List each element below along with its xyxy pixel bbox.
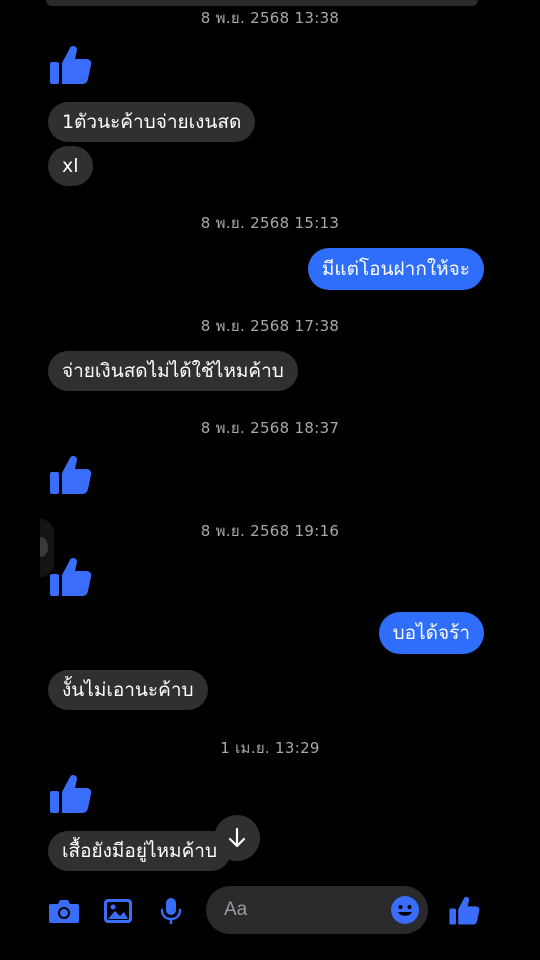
gallery-button[interactable] (101, 896, 135, 926)
message-input-placeholder: Aa (224, 899, 248, 920)
message-input[interactable]: Aa (206, 886, 428, 934)
timestamp: 1 เม.ย. 13:29 (220, 739, 320, 757)
timestamp: 8 พ.ย. 2568 18:37 (200, 419, 340, 437)
timestamp: 8 พ.ย. 2568 17:38 (200, 317, 340, 335)
incoming-message[interactable]: เสื้อยังมีอยู่ไหมค้าบ (48, 831, 232, 871)
outgoing-message[interactable]: มีแต่โอนฝากให้จะ (307, 248, 484, 290)
incoming-message[interactable]: 1ตัวนะค้าบจ่ายเงนสด (48, 102, 256, 142)
scroll-to-bottom-button[interactable] (214, 815, 260, 861)
camera-icon (49, 900, 79, 923)
incoming-message[interactable]: xl (48, 146, 93, 186)
incoming-message[interactable]: งั้นไม่เอานะค้าบ (48, 670, 208, 710)
timestamp: 8 พ.ย. 2568 19:16 (200, 522, 340, 540)
thumbs-up-icon[interactable] (48, 452, 92, 496)
emoji-icon[interactable] (390, 895, 420, 925)
outgoing-message[interactable]: บอได้จร้า (378, 612, 484, 654)
timestamp: 8 พ.ย. 2568 13:38 (200, 9, 340, 27)
thumbs-up-icon (448, 894, 480, 926)
thumbs-up-icon[interactable] (48, 771, 92, 815)
gallery-icon (104, 899, 132, 923)
timestamp: 8 พ.ย. 2568 15:13 (200, 214, 340, 232)
incoming-message[interactable]: จ่ายเงินสดไม่ได้ใช้ไหมค้าบ (48, 351, 298, 391)
thumbs-up-icon[interactable] (48, 554, 92, 598)
arrow-down-icon (228, 827, 246, 848)
microphone-icon (160, 898, 182, 924)
send-like-button[interactable] (446, 892, 482, 928)
camera-button[interactable] (47, 896, 81, 926)
thumbs-up-icon[interactable] (48, 42, 92, 86)
microphone-button[interactable] (154, 896, 188, 926)
message-composer: Aa (0, 880, 540, 940)
